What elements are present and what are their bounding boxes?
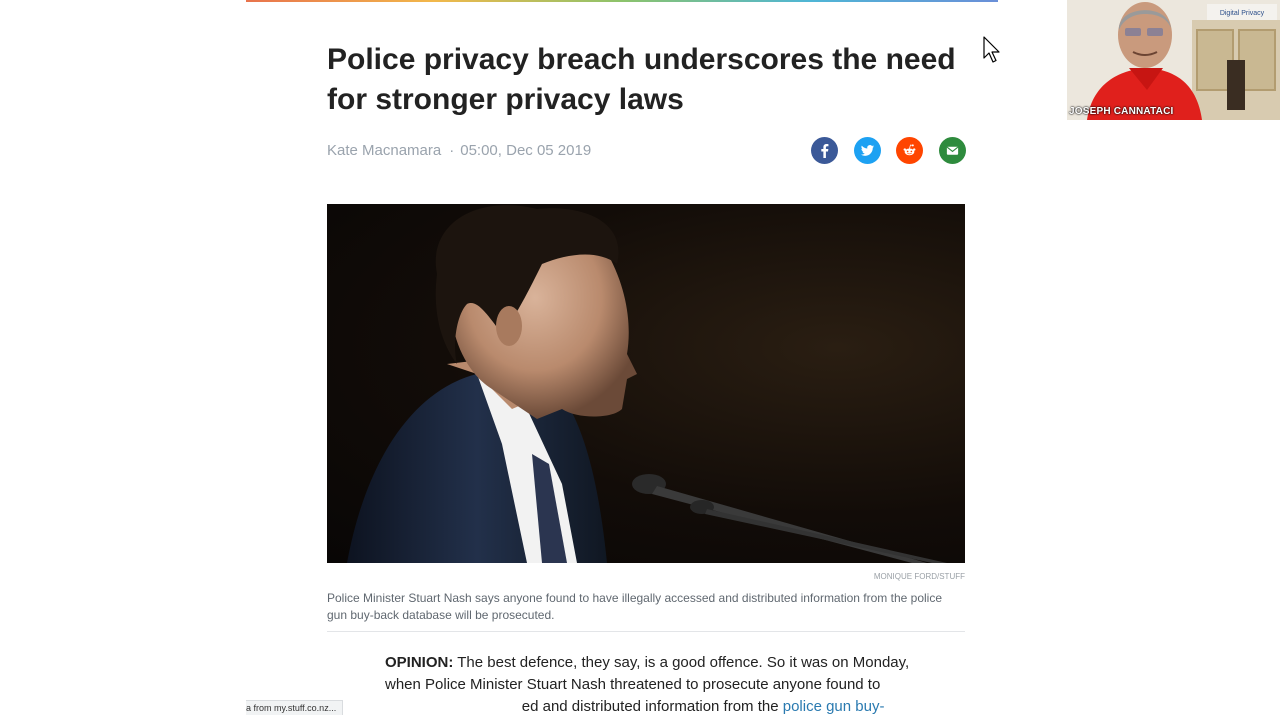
photo-caption: Police Minister Stuart Nash says anyone … (327, 591, 942, 622)
author-link[interactable]: Kate Macnamara (327, 142, 441, 159)
presenter-name-label: JOSEPH CANNATACI (1069, 106, 1174, 117)
body-line-2: when Police Minister Stuart Nash threate… (385, 676, 881, 693)
left-margin (0, 0, 246, 720)
share-twitter-button[interactable] (854, 137, 881, 164)
webcam-overlay: Digital Privacy JOSEPH CANNATACI (1067, 0, 1280, 120)
photo-credit: MONIQUE FORD/STUFF (873, 572, 965, 581)
share-facebook-button[interactable] (811, 137, 838, 164)
opinion-label: OPINION: (385, 654, 454, 671)
caption-divider (327, 631, 965, 632)
presenter-video: Digital Privacy (1067, 0, 1280, 120)
site-color-bar (246, 0, 998, 2)
share-reddit-button[interactable] (896, 137, 923, 164)
article-body: OPINION: The best defence, they say, is … (385, 652, 910, 718)
article-headline: Police privacy breach underscores the ne… (327, 43, 956, 116)
body-line-1: The best defence, they say, is a good of… (453, 654, 910, 671)
gun-buyback-link[interactable]: police gun buy- (783, 698, 885, 715)
browser-status-bar: a from my.stuff.co.nz... (246, 700, 344, 715)
email-icon (946, 146, 959, 155)
article-hero-photo (327, 204, 965, 563)
reddit-icon (903, 144, 916, 156)
twitter-icon (860, 145, 875, 156)
background-sign: Digital Privacy (1220, 10, 1265, 17)
byline-separator: · (449, 142, 455, 159)
body-line-3: ed and distributed information from the (521, 698, 783, 715)
publish-datetime: 05:00, Dec 05 2019 (460, 142, 592, 159)
minister-speaking-image (347, 205, 947, 563)
share-email-button[interactable] (939, 137, 966, 164)
facebook-icon (821, 143, 829, 158)
mouse-cursor-icon (983, 36, 1000, 63)
article-byline: Kate Macnamara · 05:00, Dec 05 2019 (327, 142, 591, 159)
